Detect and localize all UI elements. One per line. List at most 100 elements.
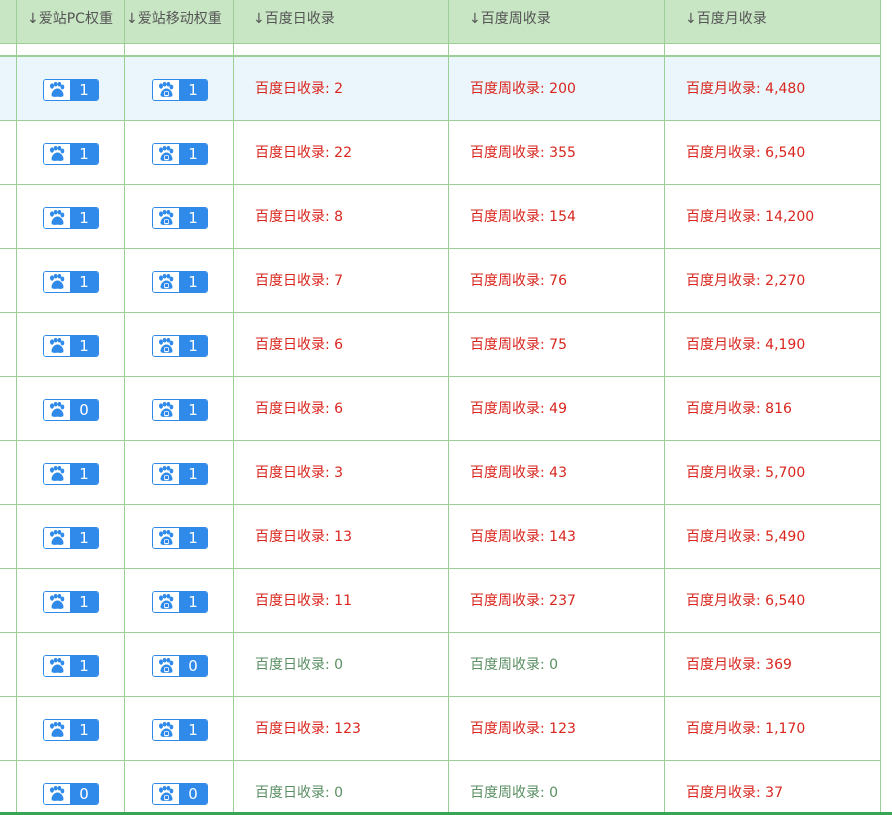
baidu-mobile-paw-icon (153, 336, 179, 356)
mobile-weight-badge[interactable]: 1 (152, 463, 208, 485)
monthly-index-value: 百度月收录: 37 (686, 785, 783, 801)
header-weekly-index[interactable]: ↓百度周收录 (448, 0, 664, 44)
sort-pc-weight-label[interactable]: ↓爱站PC权重 (27, 11, 113, 27)
pc-weight-value: 1 (70, 208, 98, 228)
pc-weight-cell: 1 (16, 505, 124, 569)
mobile-weight-badge[interactable]: 1 (152, 207, 208, 229)
table-row: 1 1 百度日收录: 3 百度周收录: 43 百度月收录: 5,700 (0, 441, 881, 505)
baidu-paw-icon (44, 464, 70, 484)
mobile-weight-badge[interactable]: 1 (152, 335, 208, 357)
sort-mobile-weight-label[interactable]: ↓爱站移动权重 (126, 11, 222, 27)
pc-weight-badge[interactable]: 1 (43, 719, 99, 741)
mobile-weight-badge[interactable]: 1 (152, 79, 208, 101)
baidu-mobile-paw-icon (153, 464, 179, 484)
pc-weight-badge[interactable]: 1 (43, 655, 99, 677)
baidu-paw-icon (44, 784, 70, 804)
divider (16, 44, 17, 57)
baidu-mobile-paw-icon (153, 400, 179, 420)
daily-index-cell: 百度日收录: 0 (233, 633, 448, 697)
sort-daily-index-label[interactable]: ↓百度日收录 (253, 11, 335, 27)
weekly-index-value: 百度周收录: 49 (470, 401, 567, 417)
mobile-weight-cell: 1 (124, 57, 233, 121)
baidu-paw-icon (44, 336, 70, 356)
weekly-index-cell: 百度周收录: 143 (448, 505, 664, 569)
monthly-index-cell: 百度月收录: 4,190 (664, 313, 881, 377)
mobile-weight-value: 1 (179, 80, 207, 100)
sort-monthly-index-label[interactable]: ↓百度月收录 (685, 11, 767, 27)
pc-weight-badge[interactable]: 1 (43, 143, 99, 165)
daily-index-value: 百度日收录: 0 (255, 785, 344, 801)
mobile-weight-badge[interactable]: 1 (152, 271, 208, 293)
monthly-index-cell: 百度月收录: 369 (664, 633, 881, 697)
daily-index-cell: 百度日收录: 7 (233, 249, 448, 313)
mobile-weight-cell: 1 (124, 377, 233, 441)
mobile-weight-cell: 1 (124, 249, 233, 313)
monthly-index-value: 百度月收录: 4,190 (686, 337, 806, 353)
mobile-weight-value: 1 (179, 208, 207, 228)
baidu-mobile-paw-icon (153, 592, 179, 612)
monthly-index-cell: 百度月收录: 5,700 (664, 441, 881, 505)
daily-index-cell: 百度日收录: 11 (233, 569, 448, 633)
pc-weight-value: 1 (70, 272, 98, 292)
daily-index-value: 百度日收录: 6 (255, 401, 344, 417)
header-pc-weight[interactable]: ↓爱站PC权重 (16, 0, 124, 44)
mobile-weight-badge[interactable]: 1 (152, 591, 208, 613)
pc-weight-badge[interactable]: 0 (43, 783, 99, 805)
baidu-mobile-paw-icon (153, 208, 179, 228)
table-row: 1 1 百度日收录: 11 百度周收录: 237 百度月收录: 6,540 (0, 569, 881, 633)
pc-weight-badge[interactable]: 0 (43, 399, 99, 421)
mobile-weight-badge[interactable]: 1 (152, 143, 208, 165)
baidu-paw-icon (44, 144, 70, 164)
pc-weight-badge[interactable]: 1 (43, 463, 99, 485)
weekly-index-cell: 百度周收录: 355 (448, 121, 664, 185)
mobile-weight-badge[interactable]: 0 (152, 655, 208, 677)
baidu-mobile-paw-icon (153, 720, 179, 740)
mobile-weight-value: 1 (179, 592, 207, 612)
mobile-weight-badge[interactable]: 0 (152, 783, 208, 805)
daily-index-cell: 百度日收录: 6 (233, 313, 448, 377)
weekly-index-value: 百度周收录: 43 (470, 465, 567, 481)
pc-weight-badge[interactable]: 1 (43, 207, 99, 229)
pc-weight-badge[interactable]: 1 (43, 591, 99, 613)
weekly-index-cell: 百度周收录: 154 (448, 185, 664, 249)
mobile-weight-cell: 1 (124, 505, 233, 569)
header-daily-index[interactable]: ↓百度日收录 (233, 0, 448, 44)
header-mobile-weight[interactable]: ↓爱站移动权重 (124, 0, 233, 44)
daily-index-value: 百度日收录: 2 (255, 81, 344, 97)
monthly-index-cell: 百度月收录: 4,480 (664, 57, 881, 121)
pc-weight-value: 1 (70, 720, 98, 740)
daily-index-cell: 百度日收录: 13 (233, 505, 448, 569)
baidu-mobile-paw-icon (153, 656, 179, 676)
divider (664, 44, 665, 57)
weekly-index-cell: 百度周收录: 76 (448, 249, 664, 313)
pc-weight-badge[interactable]: 1 (43, 79, 99, 101)
mobile-weight-badge[interactable]: 1 (152, 527, 208, 549)
monthly-index-cell: 百度月收录: 816 (664, 377, 881, 441)
pc-weight-value: 0 (70, 400, 98, 420)
table-row: 1 1 百度日收录: 13 百度周收录: 143 百度月收录: 5,490 (0, 505, 881, 569)
mobile-weight-badge[interactable]: 1 (152, 719, 208, 741)
pc-weight-badge[interactable]: 1 (43, 271, 99, 293)
sort-weekly-index-label[interactable]: ↓百度周收录 (469, 11, 551, 27)
pc-weight-cell: 1 (16, 249, 124, 313)
monthly-index-value: 百度月收录: 6,540 (686, 145, 806, 161)
mobile-weight-cell: 0 (124, 633, 233, 697)
table-row: 1 0 百度日收录: 0 百度周收录: 0 百度月收录: 369 (0, 633, 881, 697)
daily-index-value: 百度日收录: 22 (255, 145, 352, 161)
pc-weight-cell: 1 (16, 185, 124, 249)
header-monthly-index[interactable]: ↓百度月收录 (664, 0, 881, 44)
daily-index-value: 百度日收录: 11 (255, 593, 352, 609)
daily-index-value: 百度日收录: 13 (255, 529, 352, 545)
weekly-index-cell: 百度周收录: 75 (448, 313, 664, 377)
monthly-index-cell: 百度月收录: 6,540 (664, 569, 881, 633)
pc-weight-value: 1 (70, 656, 98, 676)
monthly-index-value: 百度月收录: 14,200 (686, 209, 815, 225)
mobile-weight-value: 1 (179, 720, 207, 740)
baidu-paw-icon (44, 208, 70, 228)
monthly-index-value: 百度月收录: 1,170 (686, 721, 806, 737)
daily-index-cell: 百度日收录: 3 (233, 441, 448, 505)
mobile-weight-badge[interactable]: 1 (152, 399, 208, 421)
pc-weight-badge[interactable]: 1 (43, 335, 99, 357)
pc-weight-badge[interactable]: 1 (43, 527, 99, 549)
mobile-weight-value: 1 (179, 400, 207, 420)
